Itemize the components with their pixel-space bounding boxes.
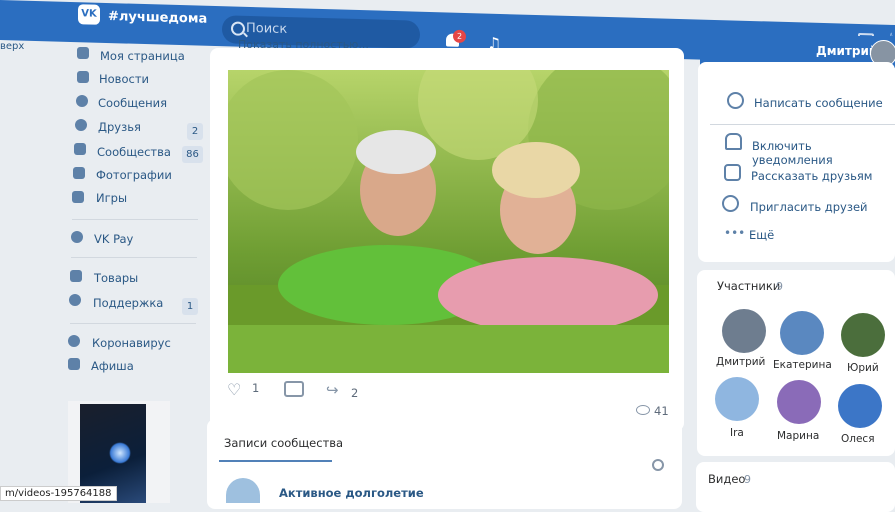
play-icon: [68, 358, 80, 370]
virus-icon: [68, 335, 80, 347]
sidebar-item-vkpay[interactable]: VK Pay: [94, 232, 133, 246]
sidebar-divider: [72, 219, 198, 220]
communities-count-badge: 86: [182, 146, 203, 163]
home-icon: [77, 47, 89, 59]
promo-glow: [109, 442, 131, 464]
views-count: 41: [654, 404, 669, 418]
views-eye-icon: [636, 405, 650, 415]
member-name[interactable]: Марина: [777, 430, 819, 442]
more-icon: •••: [724, 226, 746, 240]
sidebar-item-photos[interactable]: Фотографии: [96, 168, 172, 182]
vkpay-icon: [71, 231, 83, 243]
sidebar-item-news[interactable]: Новости: [99, 72, 149, 86]
write-message-button[interactable]: Написать сообщение: [754, 96, 883, 110]
member-avatar[interactable]: [841, 313, 885, 357]
member-name[interactable]: Екатерина: [773, 359, 832, 371]
member-avatar[interactable]: [780, 311, 824, 355]
globe-icon: [69, 294, 81, 306]
add-user-icon: [722, 195, 739, 212]
messages-icon: [76, 95, 88, 107]
bell-icon: [725, 133, 742, 150]
member-name[interactable]: Юрий: [847, 362, 879, 374]
member-avatar[interactable]: [715, 377, 759, 421]
tell-friends-button[interactable]: Рассказать друзьям: [751, 169, 872, 183]
shares-count: 2: [351, 386, 359, 400]
friends-icon: [75, 119, 87, 131]
videos-title[interactable]: Видео: [708, 472, 745, 486]
community-hashtag[interactable]: #лучшедома: [108, 9, 207, 27]
actions-divider: [710, 124, 895, 125]
posts-search-icon[interactable]: [652, 459, 664, 471]
member-name[interactable]: Олеся: [841, 433, 875, 445]
status-url-tooltip: m/videos-195764188: [0, 486, 117, 501]
user-name[interactable]: Дмитрий: [816, 44, 877, 58]
share-icon: [724, 164, 741, 181]
member-avatar[interactable]: [838, 384, 882, 428]
search-placeholder: Поиск: [246, 20, 288, 38]
post-photo-illustration: [228, 70, 669, 373]
camera-icon: [73, 167, 85, 179]
member-name[interactable]: Ira: [730, 427, 744, 439]
member-avatar[interactable]: [722, 309, 766, 353]
sidebar-item-friends[interactable]: Друзья: [98, 120, 141, 134]
members-title[interactable]: Участники: [717, 279, 780, 293]
notification-badge: 2: [453, 29, 466, 44]
share-icon[interactable]: ↪: [326, 381, 339, 399]
active-tab-indicator: [219, 460, 332, 462]
sidebar-item-goods[interactable]: Товары: [94, 271, 138, 285]
more-button[interactable]: Ещё: [749, 228, 774, 242]
vk-logo[interactable]: VK: [78, 4, 100, 25]
tab-community-posts[interactable]: Записи сообщества: [224, 436, 343, 450]
videos-card: [696, 462, 895, 512]
members-count: 9: [776, 280, 783, 293]
sidebar-item-games[interactable]: Игры: [96, 191, 127, 205]
enable-notifications-button[interactable]: Включить уведомления: [752, 139, 895, 167]
sidebar-item-afisha[interactable]: Афиша: [91, 359, 134, 373]
invite-friends-button[interactable]: Пригласить друзей: [750, 200, 868, 214]
friends-count-badge: 2: [187, 123, 203, 140]
sidebar-item-support[interactable]: Поддержка: [93, 296, 163, 310]
sidebar-item-my-page[interactable]: Моя страница: [100, 49, 185, 63]
communities-icon: [74, 143, 86, 155]
sidebar-item-communities[interactable]: Сообщества: [97, 145, 171, 159]
search-icon: [231, 21, 245, 36]
news-icon: [77, 71, 89, 83]
like-icon[interactable]: ♡: [227, 380, 241, 399]
sidebar-divider: [70, 323, 196, 324]
post-photo[interactable]: [228, 70, 669, 373]
member-name[interactable]: Дмитрий: [716, 356, 765, 368]
sidebar-item-messages[interactable]: Сообщения: [98, 96, 167, 110]
likes-count: 1: [252, 381, 260, 395]
sidebar-item-coronavirus[interactable]: Коронавирус: [92, 336, 171, 350]
show-more-link[interactable]: Показать полностью...: [238, 38, 369, 51]
message-icon: [727, 92, 744, 109]
support-count-badge: 1: [182, 298, 198, 315]
post-title[interactable]: Активное долголетие: [279, 486, 424, 500]
member-avatar[interactable]: [777, 380, 821, 424]
scroll-up-link[interactable]: верх: [0, 41, 24, 52]
sidebar-divider: [71, 257, 197, 258]
bag-icon: [70, 270, 82, 282]
gamepad-icon: [72, 191, 84, 203]
videos-count: 9: [744, 473, 751, 486]
comment-icon[interactable]: [284, 381, 304, 397]
